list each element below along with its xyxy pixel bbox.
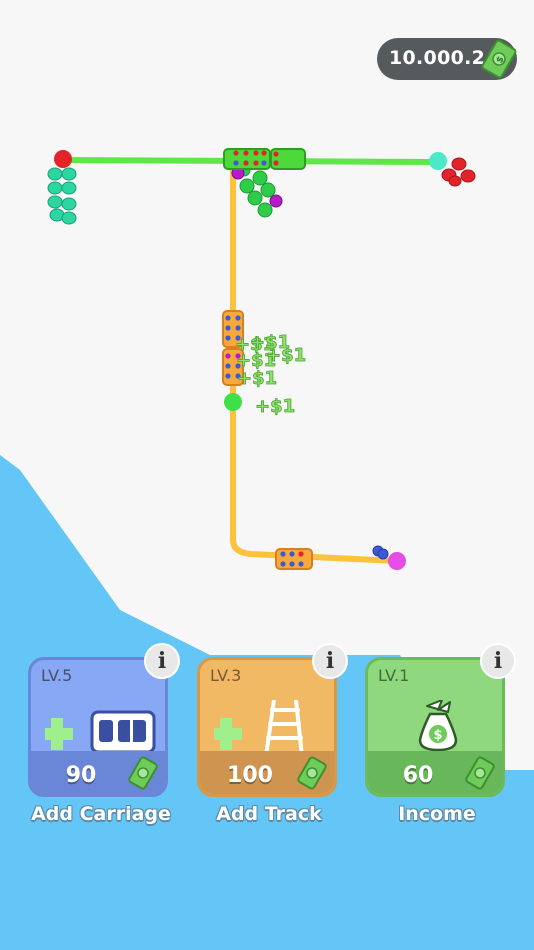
cash-bill-icon [297,756,327,790]
info-button-income[interactable]: i [480,643,516,679]
info-button-track[interactable]: i [312,643,348,679]
cash-bill-icon [465,756,495,790]
card-price-bar: 100 [200,751,334,794]
reward-text: +$1 [250,332,290,353]
reward-text: +$1 [237,368,277,389]
card-level: LV.5 [41,666,73,685]
money-counter: 10.000.2 $ [377,38,517,80]
reward-text: +$1 [255,396,295,417]
card-cost: 60 [402,763,434,788]
card-title: Add Carriage [31,803,171,825]
money-bag-icon: $ [418,700,458,752]
station-red[interactable] [54,150,72,168]
card-price-bar: 60 [368,751,502,794]
train-orange-horizontal[interactable] [275,548,313,570]
card-level: LV.3 [210,666,242,685]
card-level: LV.1 [378,666,410,685]
cash-bill-icon: $ [481,39,517,79]
cash-bill-icon [128,756,158,790]
add-carriage-card[interactable]: LV.5 90 [28,657,168,797]
station-magenta[interactable] [388,552,406,570]
add-track-card[interactable]: LV.3 100 [197,657,337,797]
train-green[interactable] [223,148,306,170]
svg-text:$: $ [433,728,442,743]
card-title: Income [398,803,476,825]
card-cost: 100 [227,763,273,788]
ladder-icon [214,700,304,752]
carriage-icon [45,710,156,752]
station-teal[interactable] [429,152,447,170]
info-button-carriage[interactable]: i [144,643,180,679]
card-cost: 90 [65,763,97,788]
money-amount: 10.000.2 [389,47,486,69]
income-card[interactable]: LV.1 $ 60 [365,657,505,797]
station-green[interactable] [224,393,242,411]
card-title: Add Track [216,803,322,825]
card-price-bar: 90 [31,751,165,794]
